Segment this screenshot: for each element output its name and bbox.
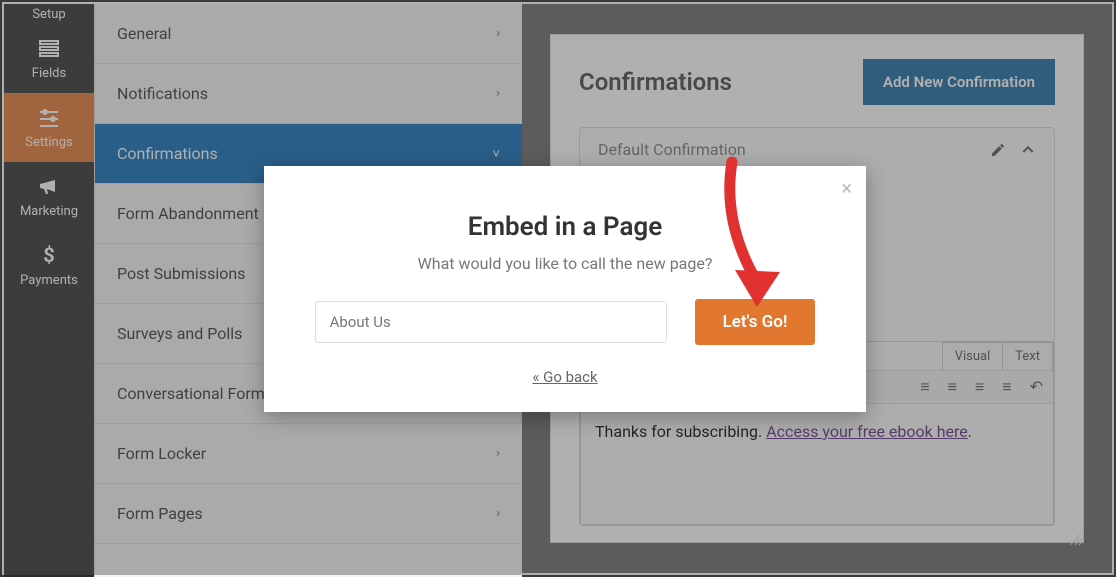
lets-go-button[interactable]: Let's Go! — [695, 299, 816, 345]
close-icon[interactable]: × — [841, 176, 852, 200]
page-name-input[interactable] — [315, 301, 667, 343]
go-back-link[interactable]: « Go back — [532, 368, 597, 386]
resize-handle-icon[interactable] — [1068, 532, 1082, 546]
modal-title: Embed in a Page — [312, 212, 818, 242]
embed-modal: × Embed in a Page What would you like to… — [264, 166, 866, 412]
modal-subtitle: What would you like to call the new page… — [312, 254, 818, 273]
